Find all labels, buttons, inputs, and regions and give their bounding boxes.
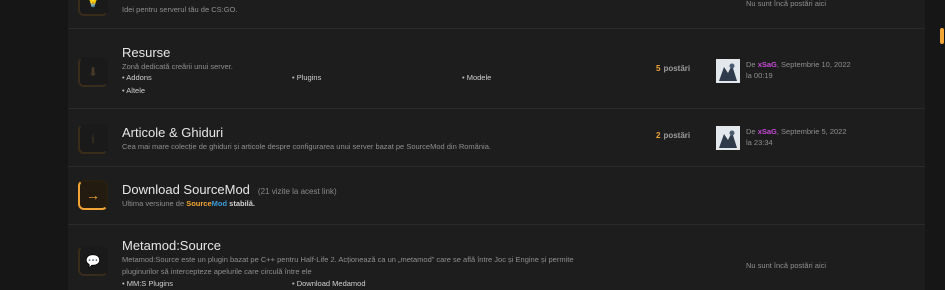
- forum-desc-csgo: Idei pentru serverul tău de CS:GO.: [122, 5, 238, 14]
- last-post-user[interactable]: xSaG: [758, 60, 777, 69]
- subforum-link[interactable]: MM:S Plugins: [122, 279, 173, 288]
- subforum-link[interactable]: Modele: [462, 73, 492, 82]
- row-divider: [68, 28, 925, 29]
- subforum-link[interactable]: Altele: [122, 86, 145, 95]
- link-forum-title[interactable]: Download SourceMod: [122, 182, 250, 197]
- posts-count: 5 postări: [656, 64, 690, 73]
- subforum-link[interactable]: Plugins: [292, 73, 322, 82]
- download-icon: ⬇: [87, 65, 99, 79]
- last-post-info: De xSaG, Septembrie 5, 2022 la 23:34: [746, 126, 847, 148]
- last-post-date: , Septembrie 10, 2022: [776, 60, 851, 69]
- forum-desc-download: Ultima versiune de SourceMod stabilă.: [122, 199, 255, 208]
- chat-bubbles-icon: 💬: [85, 254, 101, 268]
- forum-desc-metamod-line2: pluginurilor să intercepteze apelurile c…: [122, 267, 312, 276]
- forum-icon-csgo[interactable]: 💡: [78, 0, 108, 16]
- link-visits: (21 vizite la acest link): [257, 187, 337, 196]
- forum-desc-resurse: Zonă dedicată creării unui server.: [122, 62, 233, 71]
- last-post-time[interactable]: la 00:19: [746, 71, 773, 80]
- forum-title-resurse[interactable]: Resurse: [122, 45, 170, 60]
- last-post-date: , Septembrie 5, 2022: [776, 127, 847, 136]
- forum-desc-articole: Cea mai mare colecție de ghiduri și arti…: [122, 142, 491, 151]
- forum-desc-metamod-line1: Metamod:Source este un plugin bazat pe C…: [122, 255, 574, 264]
- brand-mod: Mod: [211, 199, 228, 208]
- posts-number: 2: [656, 131, 661, 140]
- posts-number: 5: [656, 64, 661, 73]
- forum-title-articole[interactable]: Articole & Ghiduri: [122, 125, 223, 140]
- forum-icon-metamod[interactable]: 💬: [78, 246, 108, 276]
- forum-icon-resurse[interactable]: ⬇: [78, 57, 108, 87]
- row-divider: [68, 108, 925, 109]
- no-posts-text: Nu sunt încă postări aici: [746, 261, 827, 270]
- avatar[interactable]: [716, 126, 740, 150]
- forum-icon-articole[interactable]: i: [78, 124, 108, 154]
- last-post-info: De xSaG, Septembrie 10, 2022 la 00:19: [746, 59, 851, 81]
- posts-count: 2 postări: [656, 131, 690, 140]
- last-post-user[interactable]: xSaG: [758, 127, 777, 136]
- desc-suffix: stabilă.: [229, 199, 255, 208]
- info-icon: i: [91, 132, 95, 146]
- scrollbar-thumb[interactable]: [940, 28, 944, 44]
- brand-source: Source: [186, 199, 212, 208]
- arrow-right-icon: →: [86, 187, 100, 203]
- no-posts-text: Nu sunt încă postări aici: [746, 0, 827, 8]
- row-divider: [68, 224, 925, 225]
- forum-icon-download[interactable]: →: [78, 180, 108, 210]
- last-post-prefix: De: [746, 127, 756, 136]
- forum-title-metamod[interactable]: Metamod:Source: [122, 238, 221, 253]
- posts-label: postări: [663, 131, 691, 140]
- subforum-link[interactable]: Download Medamod: [292, 279, 366, 288]
- last-post-time[interactable]: la 23:34: [746, 138, 773, 147]
- posts-label: postări: [663, 64, 691, 73]
- avatar[interactable]: [716, 59, 740, 83]
- subforum-link[interactable]: Addons: [122, 73, 151, 82]
- ideas-icon: 💡: [85, 0, 101, 8]
- last-post-prefix: De: [746, 60, 756, 69]
- desc-prefix: Ultima versiune de: [122, 199, 185, 208]
- row-divider: [68, 166, 925, 167]
- forum-title-download[interactable]: Download SourceMod (21 vizite la acest li…: [122, 182, 337, 197]
